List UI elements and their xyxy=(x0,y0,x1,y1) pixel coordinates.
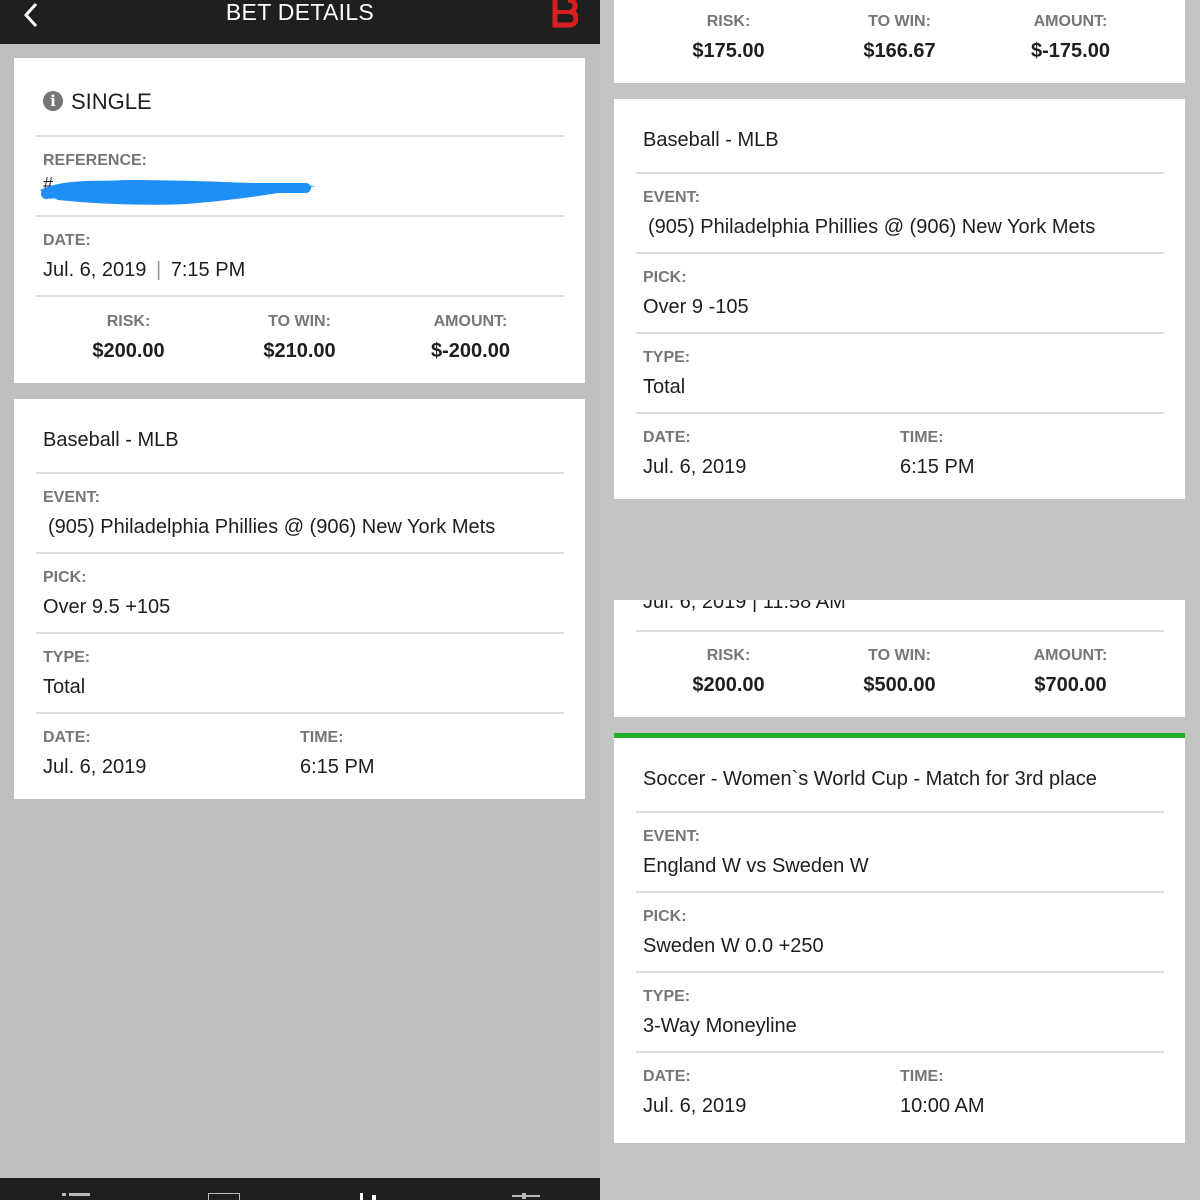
event-time-value: 6:15 PM xyxy=(900,456,975,478)
bet-type-label: SINGLE xyxy=(71,89,152,114)
bet-slip-card: i SINGLE REFERENCE: # DATE: Jul. 6, 2019… xyxy=(14,58,585,383)
pick-label: PICK: xyxy=(43,569,87,586)
event-time-value: 10:00 AM xyxy=(900,1095,985,1117)
divider xyxy=(36,632,564,634)
bet-slip-card: RISK: $175.00 TO WIN: $166.67 AMOUNT: $-… xyxy=(614,0,1185,83)
event-time-value: 6:15 PM xyxy=(300,756,375,778)
divider xyxy=(636,630,1164,632)
amount-label: AMOUNT: xyxy=(1033,647,1108,664)
divider xyxy=(36,712,564,714)
divider xyxy=(636,172,1164,174)
placed-date-value: Jul. 6, 2019 xyxy=(43,259,147,281)
pick-value: Over 9.5 +105 xyxy=(43,596,171,618)
sport-league: Soccer - Women`s World Cup - Match for 3… xyxy=(643,768,1097,790)
right-top-screenshot-panel: RISK: $175.00 TO WIN: $166.67 AMOUNT: $-… xyxy=(600,0,1200,600)
event-time-label: TIME: xyxy=(300,729,344,746)
bets-tab-icon[interactable] xyxy=(360,1190,388,1200)
divider xyxy=(36,135,564,137)
amount-label: AMOUNT: xyxy=(433,313,508,330)
event-value: (905) Philadelphia Phillies @ (906) New … xyxy=(48,516,496,538)
type-value: Total xyxy=(43,676,86,698)
placed-date: Jul. 6, 2019 | 7:15 PM xyxy=(43,259,245,282)
pick-value: Sweden W 0.0 +250 xyxy=(643,935,824,957)
sport-league: Baseball - MLB xyxy=(43,429,179,451)
page-title: BET DETAILS xyxy=(225,0,375,25)
event-time-label: TIME: xyxy=(900,429,944,446)
placed-time-value: 7:15 PM xyxy=(170,259,246,281)
divider xyxy=(636,412,1164,414)
to-win-label: TO WIN: xyxy=(868,13,931,30)
divider xyxy=(636,891,1164,893)
divider xyxy=(36,472,564,474)
risk-label: RISK: xyxy=(706,13,751,30)
divider xyxy=(36,215,564,217)
to-win-value: $166.67 xyxy=(863,40,936,62)
pick-value: Over 9 -105 xyxy=(643,296,749,318)
event-label: EVENT: xyxy=(643,189,700,206)
selection-card: Baseball - MLB EVENT: (905) Philadelphia… xyxy=(614,99,1185,499)
type-label: TYPE: xyxy=(643,988,691,1005)
divider xyxy=(636,971,1164,973)
risk-label: RISK: xyxy=(106,313,151,330)
event-value: England W vs Sweden W xyxy=(643,855,869,877)
risk-label: RISK: xyxy=(706,647,751,664)
list-tab-icon[interactable] xyxy=(62,1190,90,1200)
event-date-value: Jul. 6, 2019 xyxy=(643,1095,747,1117)
top-navigation-bar: BET DETAILS xyxy=(0,0,600,44)
amount-value: $700.00 xyxy=(1034,674,1107,696)
divider xyxy=(636,252,1164,254)
bet-slip-card: Jul. 6, 2019 | 11:58 AM RISK: $200.00 TO… xyxy=(614,600,1185,717)
amount-value: $-175.00 xyxy=(1031,40,1110,62)
risk-value: $200.00 xyxy=(692,674,765,696)
event-date-value: Jul. 6, 2019 xyxy=(643,456,747,478)
settings-tab-icon[interactable] xyxy=(512,1190,540,1200)
selection-card: Baseball - MLB EVENT: (905) Philadelphia… xyxy=(14,399,585,799)
to-win-value: $210.00 xyxy=(263,340,336,362)
bottom-tab-bar xyxy=(0,1178,600,1200)
divider xyxy=(636,811,1164,813)
event-date-label: DATE: xyxy=(643,1068,691,1085)
to-win-value: $500.00 xyxy=(863,674,936,696)
pick-label: PICK: xyxy=(643,269,687,286)
type-value: Total xyxy=(643,376,686,398)
to-win-label: TO WIN: xyxy=(268,313,331,330)
redaction-scribble xyxy=(40,180,316,205)
selection-card-won: Soccer - Women`s World Cup - Match for 3… xyxy=(614,733,1185,1143)
risk-value: $175.00 xyxy=(692,40,765,62)
left-screenshot-panel: BET DETAILS i SINGLE REFERENCE: # DATE: … xyxy=(0,0,600,1200)
divider xyxy=(36,295,564,297)
placed-date-partial: Jul. 6, 2019 | 11:58 AM xyxy=(643,600,846,613)
divider xyxy=(636,332,1164,334)
event-date-label: DATE: xyxy=(643,429,691,446)
event-label: EVENT: xyxy=(643,828,700,845)
event-time-label: TIME: xyxy=(900,1068,944,1085)
type-label: TYPE: xyxy=(43,649,91,666)
date-label: DATE: xyxy=(43,232,91,249)
amount-value: $-200.00 xyxy=(431,340,510,362)
amount-label: AMOUNT: xyxy=(1033,13,1108,30)
divider xyxy=(636,1051,1164,1053)
divider xyxy=(36,552,564,554)
event-value: (905) Philadelphia Phillies @ (906) New … xyxy=(648,216,1096,238)
risk-value: $200.00 xyxy=(92,340,165,362)
brand-logo-icon[interactable] xyxy=(552,0,579,33)
to-win-label: TO WIN: xyxy=(868,647,931,664)
sport-league: Baseball - MLB xyxy=(643,129,779,151)
type-label: TYPE: xyxy=(643,349,691,366)
event-date-label: DATE: xyxy=(43,729,91,746)
type-value: 3-Way Moneyline xyxy=(643,1015,797,1037)
pick-label: PICK: xyxy=(643,908,687,925)
date-separator: | xyxy=(155,259,162,281)
news-tab-icon[interactable] xyxy=(207,1190,241,1200)
right-bottom-screenshot-panel: Jul. 6, 2019 | 11:58 AM RISK: $200.00 TO… xyxy=(600,600,1200,1200)
info-icon: i xyxy=(43,91,63,111)
event-label: EVENT: xyxy=(43,489,100,506)
event-date-value: Jul. 6, 2019 xyxy=(43,756,147,778)
